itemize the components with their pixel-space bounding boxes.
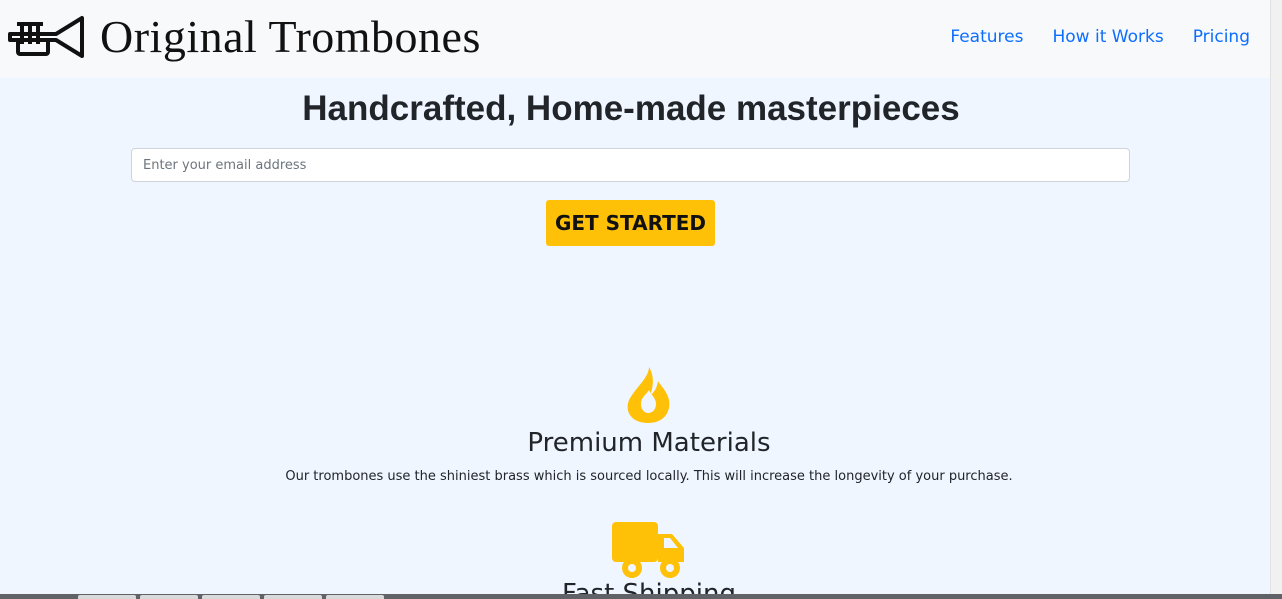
hero-title: Handcrafted, Home-made masterpieces xyxy=(302,89,960,128)
vertical-scrollbar[interactable] xyxy=(1270,0,1282,594)
logo-text: Original Trombones xyxy=(100,11,481,62)
logo[interactable]: Original Trombones xyxy=(8,12,481,62)
get-started-button[interactable]: GET STARTED xyxy=(546,200,715,246)
site-header: Original Trombones Features How it Works… xyxy=(0,0,1270,78)
taskbar-item[interactable] xyxy=(202,595,260,599)
trumpet-icon xyxy=(8,16,84,58)
fire-icon xyxy=(627,367,670,423)
nav-link-pricing[interactable]: Pricing xyxy=(1193,27,1250,47)
taskbar-item[interactable] xyxy=(264,595,322,599)
email-input[interactable] xyxy=(131,148,1130,182)
feature-description: Our trombones use the shiniest brass whi… xyxy=(285,469,1013,484)
nav-link-how-it-works[interactable]: How it Works xyxy=(1052,27,1163,47)
taskbar-item[interactable] xyxy=(140,595,198,599)
feature-title: Premium Materials xyxy=(527,428,771,458)
nav-link-features[interactable]: Features xyxy=(950,27,1023,47)
taskbar-item[interactable] xyxy=(78,595,136,599)
truck-icon xyxy=(612,522,684,578)
taskbar-item[interactable] xyxy=(326,595,384,599)
main-nav: Features How it Works Pricing xyxy=(921,27,1250,47)
page: Original Trombones Features How it Works… xyxy=(0,0,1282,599)
taskbar xyxy=(0,594,1282,599)
